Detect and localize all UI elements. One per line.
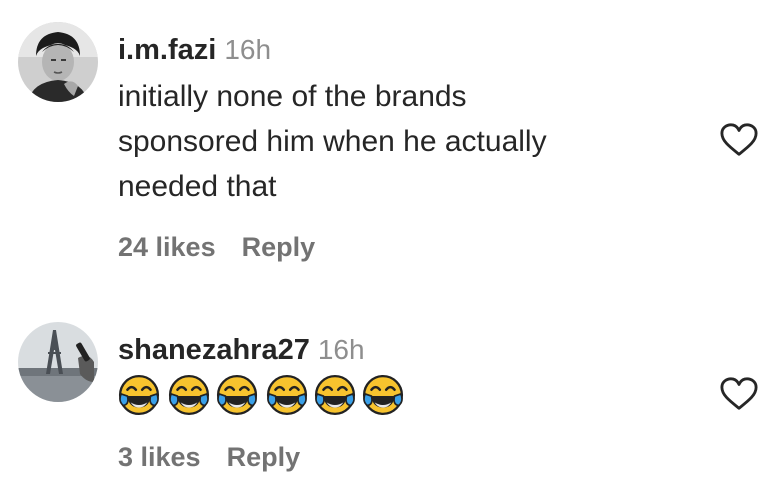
username[interactable]: i.m.fazi (118, 34, 216, 66)
face-with-tears-of-joy-icon (362, 374, 404, 416)
face-with-tears-of-joy-icon (314, 374, 356, 416)
profile-photo-eiffel-tower (18, 322, 98, 402)
timestamp: 16h (224, 34, 272, 65)
likes-count[interactable]: 3 likes (118, 442, 201, 472)
heart-outline-icon[interactable] (720, 376, 758, 412)
comment-item: i.m.fazi 16h initially none of the brands… (0, 0, 782, 280)
reply-button[interactable]: Reply (242, 232, 316, 262)
profile-photo-man (18, 22, 98, 102)
comment-text: initially none of the brands sponsored h… (118, 74, 678, 209)
face-with-tears-of-joy-icon (118, 374, 160, 416)
heart-outline-icon[interactable] (720, 122, 758, 158)
face-with-tears-of-joy-icon (168, 374, 210, 416)
reply-button[interactable]: Reply (227, 442, 301, 472)
comment-item: shanezahra27 16h 3 likes Reply (0, 280, 782, 500)
comment-text-line: needed that (118, 170, 277, 203)
comment-meta: 24 likes Reply (118, 232, 315, 263)
comment-text-line: initially none of the brands (118, 80, 467, 113)
face-with-tears-of-joy-icon (216, 374, 258, 416)
comment-header: shanezahra27 16h (118, 334, 365, 367)
timestamp: 16h (317, 334, 365, 365)
face-with-tears-of-joy-icon (266, 374, 308, 416)
avatar[interactable] (18, 22, 98, 102)
comment-text-line: sponsored him when he actually (118, 125, 547, 158)
comment-meta: 3 likes Reply (118, 442, 300, 473)
avatar[interactable] (18, 322, 98, 402)
username[interactable]: shanezahra27 (118, 334, 310, 366)
comment-header: i.m.fazi 16h (118, 34, 271, 67)
likes-count[interactable]: 24 likes (118, 232, 216, 262)
